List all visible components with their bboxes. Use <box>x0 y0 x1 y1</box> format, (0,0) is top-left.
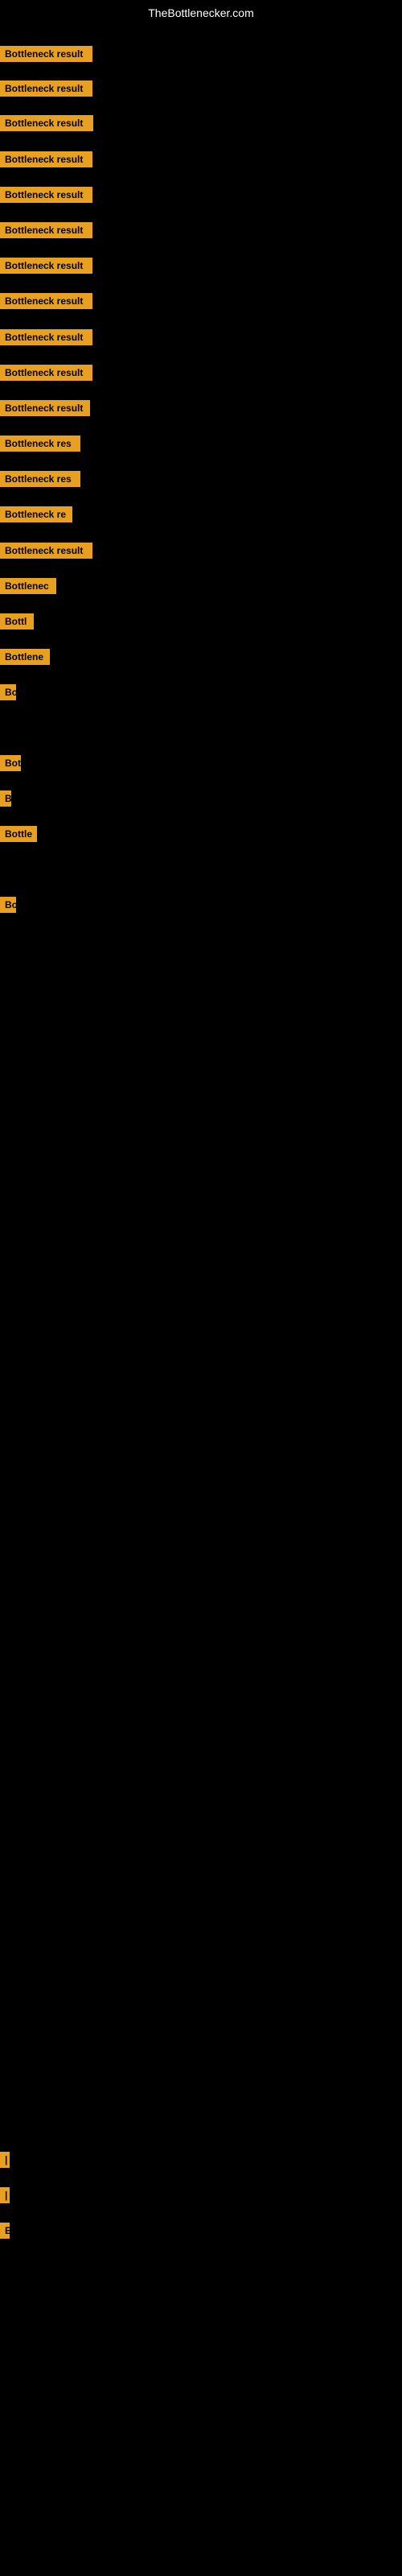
bottleneck-badge: Bo <box>0 684 16 700</box>
bottleneck-badge: Bottleneck result <box>0 151 92 167</box>
bottleneck-badge: Bottleneck result <box>0 258 92 274</box>
bottleneck-badge: Bottleneck res <box>0 471 80 487</box>
bottleneck-badge: Bottleneck result <box>0 115 93 131</box>
bottleneck-badge: | <box>0 2152 10 2168</box>
bottleneck-badge: Bottleneck re <box>0 506 72 522</box>
bottleneck-badge: Bot <box>0 755 21 771</box>
bottleneck-badge: Bottleneck result <box>0 187 92 203</box>
bottleneck-badge: Bo <box>0 897 16 913</box>
bottleneck-badge: Bottlene <box>0 649 50 665</box>
bottleneck-badge: Bottle <box>0 826 37 842</box>
bottleneck-badge: Bottleneck result <box>0 293 92 309</box>
bottleneck-badge: Bottleneck result <box>0 543 92 559</box>
bottleneck-badge: Bottleneck result <box>0 80 92 97</box>
bottleneck-badge: Bottleneck result <box>0 400 90 416</box>
bottleneck-badge: Bottl <box>0 613 34 630</box>
bottleneck-badge: B <box>0 791 11 807</box>
bottleneck-badge: Bottleneck result <box>0 222 92 238</box>
bottleneck-badge: Bottleneck result <box>0 365 92 381</box>
bottleneck-badge: Bottleneck result <box>0 329 92 345</box>
bottleneck-badge: Bottlenec <box>0 578 56 594</box>
bottleneck-badge: E <box>0 2223 10 2239</box>
bottleneck-badge: Bottleneck res <box>0 436 80 452</box>
bottleneck-badge: | <box>0 2187 10 2203</box>
bottleneck-badge: Bottleneck result <box>0 46 92 62</box>
site-title: TheBottlenecker.com <box>0 6 402 19</box>
